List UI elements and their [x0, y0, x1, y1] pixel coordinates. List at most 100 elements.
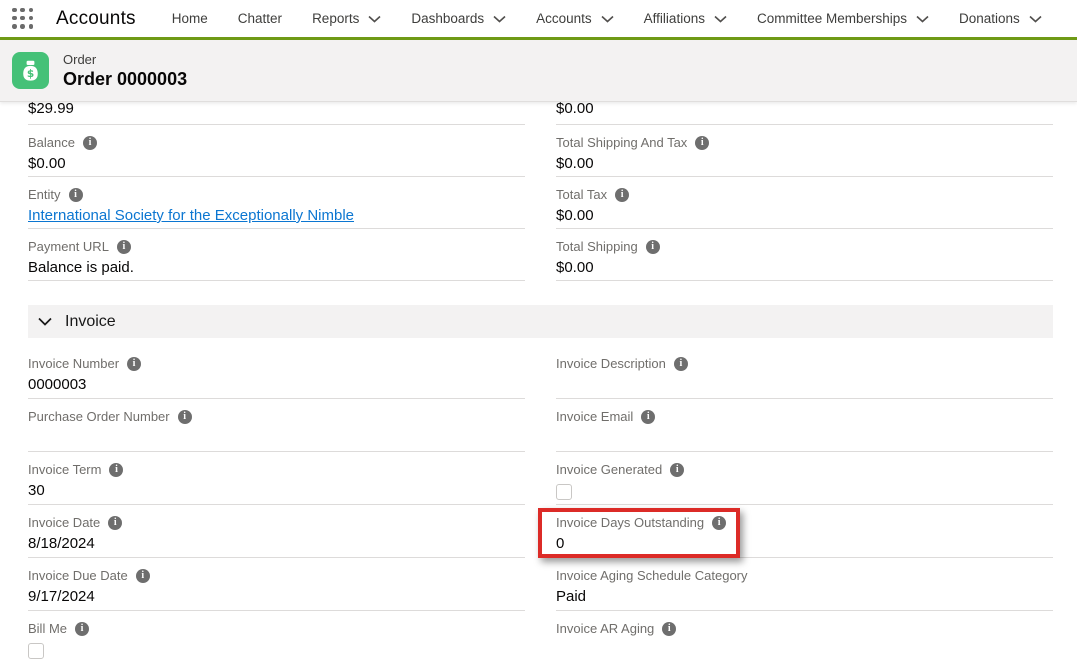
tab-label: Dashboards: [411, 11, 484, 26]
field-total-shipping: Total Shipping i $0.00: [556, 229, 1053, 281]
field-value: 9/17/2024: [28, 587, 525, 607]
tab-label: Donations: [959, 11, 1020, 26]
info-icon[interactable]: i: [662, 622, 676, 636]
info-icon[interactable]: i: [108, 516, 122, 530]
tab-reports[interactable]: Reports: [312, 11, 381, 26]
tab-label: Accounts: [536, 11, 592, 26]
field-entity: Entityi International Society for the Ex…: [28, 177, 525, 229]
chevron-down-icon: [916, 15, 929, 23]
tab-label: Reports: [312, 11, 359, 26]
field-value: Balance is paid.: [28, 258, 525, 278]
info-icon[interactable]: i: [136, 569, 150, 583]
tab-dashboards[interactable]: Dashboards: [411, 11, 506, 26]
section-title: Invoice: [65, 313, 116, 331]
field-value: [28, 428, 525, 448]
info-icon[interactable]: i: [75, 622, 89, 636]
field-label: Invoice Generated: [556, 462, 662, 477]
chevron-down-icon: [1029, 15, 1042, 23]
chevron-down-icon: [38, 317, 52, 326]
field-label: Invoice Email: [556, 409, 633, 424]
top-navigation-bar: Accounts Home Chatter Reports Dashboards…: [0, 0, 1077, 40]
field-value: $0.00: [556, 102, 1053, 119]
info-icon[interactable]: i: [109, 463, 123, 477]
app-launcher-icon[interactable]: [12, 8, 34, 30]
info-icon[interactable]: i: [695, 136, 709, 150]
field-invoice-number: Invoice Number i 0000003: [28, 346, 525, 399]
svg-text:$: $: [27, 68, 34, 80]
field-label: Invoice Aging Schedule Category: [556, 568, 748, 583]
field-label: Invoice AR Aging: [556, 621, 654, 636]
field-purchase-order-number: Purchase Order Number i: [28, 399, 525, 452]
entity-link[interactable]: International Society for the Exceptiona…: [28, 207, 354, 224]
field-label: Purchase Order Number: [28, 409, 170, 424]
field-label: Total Tax: [556, 187, 607, 202]
app-name: Accounts: [56, 8, 136, 30]
info-icon[interactable]: i: [670, 463, 684, 477]
field-invoice-date: Invoice Datei 8/18/2024: [28, 505, 525, 558]
field-label: Invoice Number: [28, 356, 119, 371]
info-icon[interactable]: i: [69, 188, 83, 202]
field-total-tax: Total Taxi $0.00: [556, 177, 1053, 229]
field-value: Paid: [556, 587, 1053, 607]
tab-label: Affiliations: [644, 11, 705, 26]
field-bill-me: Bill Me i: [28, 611, 525, 664]
field-value: 0000003: [28, 375, 525, 395]
tab-label: Chatter: [238, 11, 282, 26]
nav-tabs: Home Chatter Reports Dashboards Accounts…: [172, 11, 1042, 26]
field-clipped-left: $29.99: [28, 102, 525, 125]
tab-donations[interactable]: Donations: [959, 11, 1042, 26]
field-balance: Balancei $0.00: [28, 125, 525, 177]
info-icon[interactable]: i: [83, 136, 97, 150]
field-value: [556, 428, 1053, 448]
field-value: 0: [556, 534, 1053, 554]
field-label: Invoice Description: [556, 356, 666, 371]
page-title: Order 0000003: [63, 69, 187, 90]
field-invoice-generated: Invoice Generated i: [556, 452, 1053, 505]
bill-me-checkbox[interactable]: [28, 643, 44, 659]
chevron-down-icon: [368, 15, 381, 23]
field-invoice-days-outstanding: Invoice Days Outstandingi 0: [556, 505, 1053, 558]
chevron-down-icon: [493, 15, 506, 23]
field-value: [556, 640, 1053, 660]
info-icon[interactable]: i: [178, 410, 192, 424]
field-invoice-term: Invoice Termi 30: [28, 452, 525, 505]
section-header-invoice[interactable]: Invoice: [28, 305, 1053, 338]
info-icon[interactable]: i: [646, 240, 660, 254]
field-invoice-email: Invoice Email i: [556, 399, 1053, 452]
money-bag-icon: $: [18, 58, 43, 83]
record-header: $ Order Order 0000003: [0, 40, 1077, 102]
info-icon[interactable]: i: [674, 357, 688, 371]
tab-home[interactable]: Home: [172, 11, 208, 26]
tab-chatter[interactable]: Chatter: [238, 11, 282, 26]
field-invoice-description: Invoice Description i: [556, 346, 1053, 399]
field-label: Payment URL: [28, 239, 109, 254]
field-invoice-due-date: Invoice Due Datei 9/17/2024: [28, 558, 525, 611]
field-label: Total Shipping And Tax: [556, 135, 687, 150]
tab-label: Committee Memberships: [757, 11, 907, 26]
field-value: [556, 375, 1053, 395]
invoice-generated-checkbox[interactable]: [556, 484, 572, 500]
tab-affiliations[interactable]: Affiliations: [644, 11, 727, 26]
field-label: Total Shipping: [556, 239, 638, 254]
info-icon[interactable]: i: [641, 410, 655, 424]
field-label: Entity: [28, 187, 61, 202]
field-value: 30: [28, 481, 525, 501]
tab-committee-memberships[interactable]: Committee Memberships: [757, 11, 929, 26]
field-label: Bill Me: [28, 621, 67, 636]
field-clipped-right: $0.00: [556, 102, 1053, 125]
order-entity-icon: $: [12, 52, 49, 89]
record-entity-type: Order: [63, 52, 187, 67]
tab-accounts[interactable]: Accounts: [536, 11, 614, 26]
chevron-down-icon: [714, 15, 727, 23]
field-invoice-ar-aging: Invoice AR Aging i: [556, 611, 1053, 664]
field-value: $29.99: [28, 102, 525, 119]
field-value: $0.00: [556, 258, 1053, 278]
info-icon[interactable]: i: [117, 240, 131, 254]
field-value: $0.00: [556, 154, 1053, 174]
field-total-shipping-and-tax: Total Shipping And Tax i $0.00: [556, 125, 1053, 177]
info-icon[interactable]: i: [615, 188, 629, 202]
info-icon[interactable]: i: [712, 516, 726, 530]
info-icon[interactable]: i: [127, 357, 141, 371]
field-invoice-aging-schedule-category: Invoice Aging Schedule Category Paid: [556, 558, 1053, 611]
field-payment-url: Payment URL i Balance is paid.: [28, 229, 525, 281]
